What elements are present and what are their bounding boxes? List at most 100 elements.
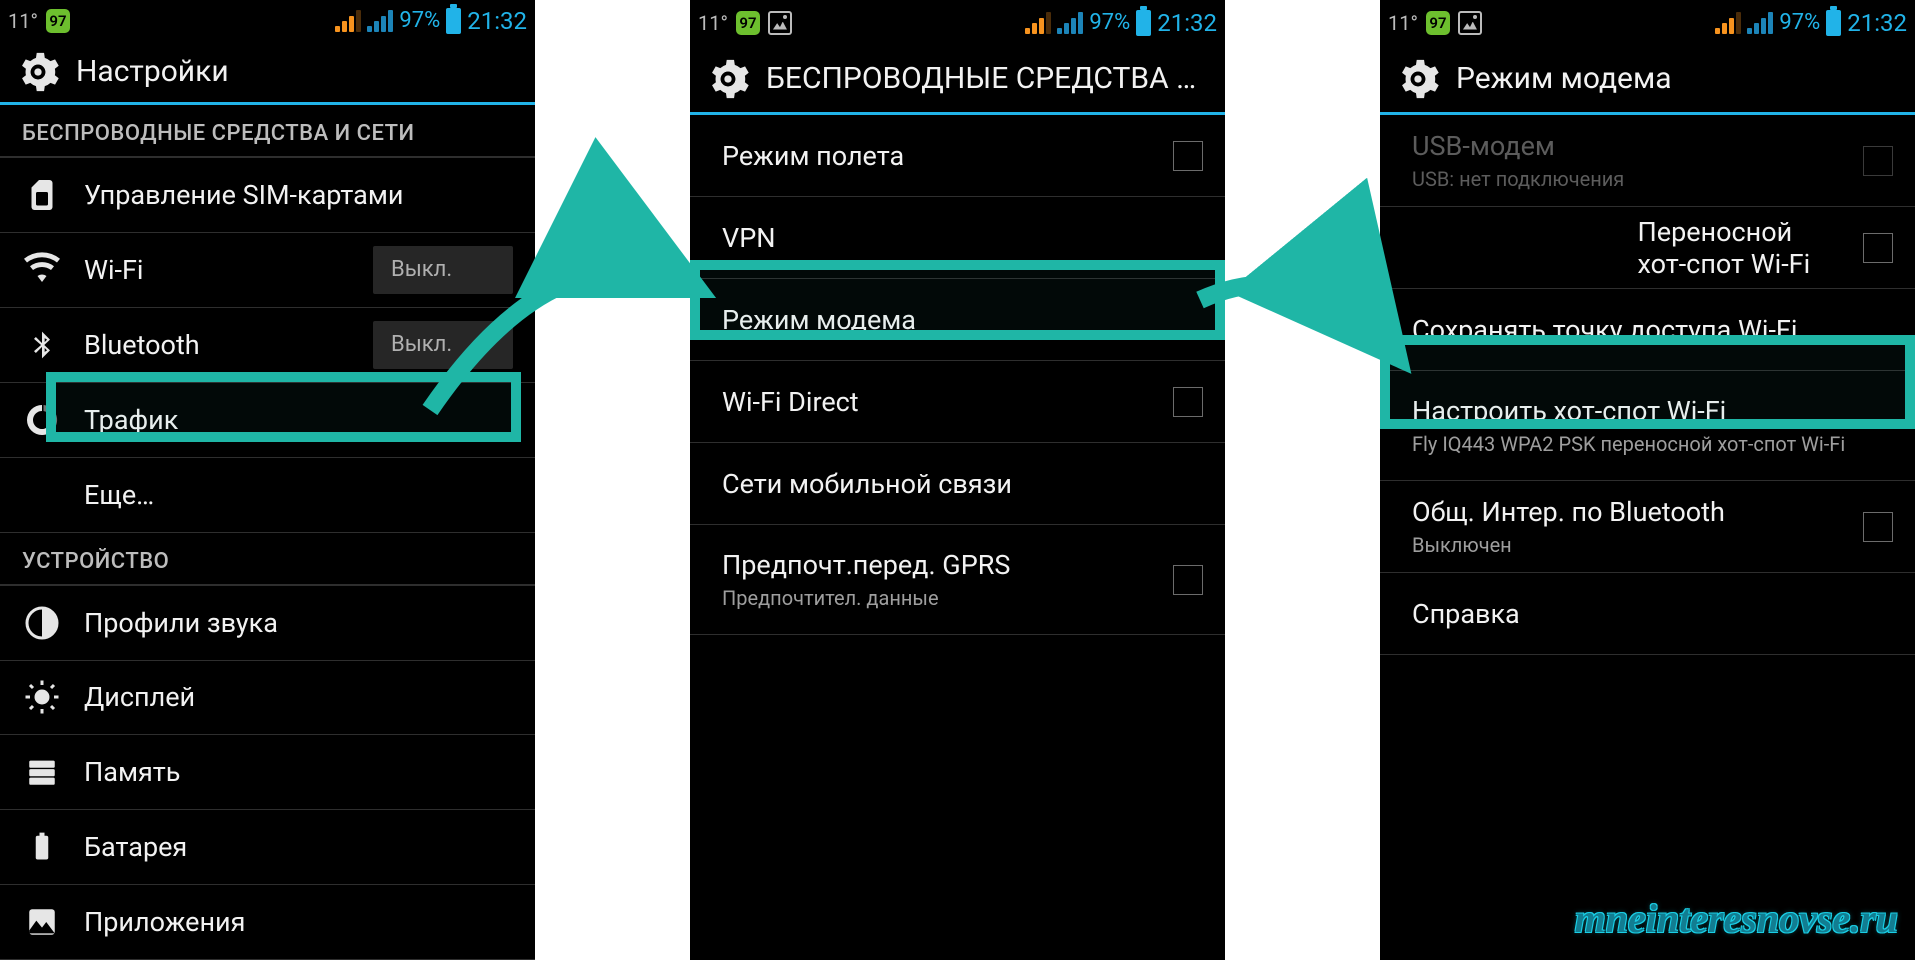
usb-checkbox [1863, 146, 1893, 176]
row-mobile-networks[interactable]: Сети мобильной связи [690, 443, 1225, 525]
row-subtitle: Выключен [1412, 532, 1841, 558]
row-label: USB-модем [1412, 130, 1841, 162]
row-sound-profiles[interactable]: Профили звука [0, 586, 535, 661]
signal-sim2-icon [367, 10, 393, 32]
data-usage-icon [22, 400, 62, 440]
row-help[interactable]: Справка [1380, 573, 1915, 655]
battery-percent: 97% [1089, 10, 1130, 35]
row-subtitle: USB: нет подключения [1412, 166, 1841, 192]
signal-sim2-icon [1057, 12, 1083, 34]
signal-sim1-icon [1025, 12, 1051, 34]
row-label: Справка [1412, 598, 1893, 630]
battery-row-icon [22, 827, 62, 867]
settings-gear-icon [1396, 57, 1440, 101]
gprs-checkbox[interactable] [1173, 565, 1203, 595]
row-subtitle: Предпочтител. данные [722, 585, 1151, 611]
signal-sim2-icon [1747, 12, 1773, 34]
page-title: Настройки [76, 54, 229, 89]
settings-gear-icon [706, 57, 750, 101]
title-bar: Режим модема [1380, 45, 1915, 115]
row-portable-hotspot[interactable]: Переносной хот-спот Wi-Fi [1380, 207, 1915, 289]
row-label: Предпочт.перед. GPRS [722, 549, 1151, 581]
row-label: Профили звука [84, 607, 513, 639]
badge-icon: 97 [1426, 11, 1450, 35]
temperature: 11° [8, 9, 38, 33]
row-label: Память [84, 756, 513, 788]
row-label: Дисплей [84, 681, 513, 713]
row-label: Приложения [84, 906, 513, 938]
row-label: Режим полета [722, 140, 1151, 172]
wifidirect-checkbox[interactable] [1173, 387, 1203, 417]
battery-icon [446, 8, 461, 34]
row-gprs-pref[interactable]: Предпочт.перед. GPRS Предпочтител. данны… [690, 525, 1225, 635]
row-label: Bluetooth [84, 329, 351, 361]
row-vpn[interactable]: VPN [690, 197, 1225, 279]
row-label: Общ. Интер. по Bluetooth [1412, 496, 1841, 528]
page-title: БЕСПРОВОДНЫЕ СРЕДСТВА И СЕ… [766, 61, 1209, 96]
settings-gear-icon [16, 50, 60, 94]
bluetooth-icon [22, 325, 62, 365]
row-battery[interactable]: Батарея [0, 810, 535, 885]
row-display[interactable]: Дисплей [0, 661, 535, 736]
battery-icon [1136, 10, 1151, 36]
row-usb-modem: USB-модем USB: нет подключения [1380, 115, 1915, 207]
section-wireless: БЕСПРОВОДНЫЕ СРЕДСТВА И СЕТИ [0, 105, 535, 158]
temperature: 11° [698, 11, 728, 35]
display-icon [22, 677, 62, 717]
row-setup-hotspot[interactable]: Настроить хот-спот Wi-Fi Fly IQ443 WPA2 … [1380, 371, 1915, 481]
row-keep-hotspot[interactable]: Сохранять точку доступа Wi-Fi [1380, 289, 1915, 371]
signal-sim1-icon [335, 10, 361, 32]
row-label: Переносной хот-спот Wi-Fi [1638, 216, 1842, 280]
row-label: Управление SIM-картами [84, 179, 513, 211]
wifi-icon [22, 250, 62, 290]
gallery-icon [768, 11, 792, 35]
gallery-icon [1458, 11, 1482, 35]
section-device: УСТРОЙСТВО [0, 533, 535, 586]
row-sim-management[interactable]: Управление SIM-картами [0, 158, 535, 233]
row-label: VPN [722, 222, 1203, 254]
storage-icon [22, 752, 62, 792]
title-bar: Настройки [0, 41, 535, 105]
badge-icon: 97 [46, 9, 70, 33]
row-tethering[interactable]: Режим модема [690, 279, 1225, 361]
page-title: Режим модема [1456, 61, 1672, 96]
spacer-icon [22, 475, 62, 515]
battery-icon [1826, 10, 1841, 36]
row-wifi-direct[interactable]: Wi-Fi Direct [690, 361, 1225, 443]
row-more[interactable]: Еще… [0, 458, 535, 533]
wifi-toggle[interactable]: Выкл. [373, 246, 513, 294]
row-label: Настроить хот-спот Wi-Fi [1412, 395, 1893, 427]
row-data-usage[interactable]: Трафик [0, 383, 535, 458]
airplane-checkbox[interactable] [1173, 141, 1203, 171]
battery-percent: 97% [399, 8, 440, 33]
row-apps[interactable]: Приложения [0, 885, 535, 960]
row-label: Сети мобильной связи [722, 468, 1203, 500]
row-subtitle: Fly IQ443 WPA2 PSK переносной хот-спот W… [1412, 431, 1893, 457]
temperature: 11° [1388, 11, 1418, 35]
battery-percent: 97% [1779, 10, 1820, 35]
row-wifi[interactable]: Wi-Fi Выкл. [0, 233, 535, 308]
row-storage[interactable]: Память [0, 735, 535, 810]
status-bar: 11° 97 97% 21:32 [0, 0, 535, 41]
row-label: Wi-Fi Direct [722, 386, 1151, 418]
clock: 21:32 [1157, 9, 1217, 37]
hotspot-checkbox[interactable] [1863, 233, 1893, 263]
bt-tether-checkbox[interactable] [1863, 512, 1893, 542]
status-bar: 11° 97 97% 21:32 [690, 0, 1225, 45]
signal-sim1-icon [1715, 12, 1741, 34]
phone-screen-2: 11° 97 97% 21:32 БЕСПРОВОДНЫЕ СРЕДСТВА И… [690, 0, 1225, 960]
sim-icon [22, 175, 62, 215]
phone-screen-3: 11° 97 97% 21:32 Режим модема USB-модем … [1380, 0, 1915, 960]
bluetooth-toggle[interactable]: Выкл. [373, 321, 513, 369]
row-label: Wi-Fi [84, 254, 351, 286]
row-label: Режим модема [722, 304, 1203, 336]
apps-icon [22, 902, 62, 942]
row-airplane-mode[interactable]: Режим полета [690, 115, 1225, 197]
row-label: Батарея [84, 831, 513, 863]
phone-screen-1: 11° 97 97% 21:32 Настройки БЕСПРОВОДНЫЕ … [0, 0, 535, 960]
title-bar: БЕСПРОВОДНЫЕ СРЕДСТВА И СЕ… [690, 45, 1225, 115]
status-bar: 11° 97 97% 21:32 [1380, 0, 1915, 45]
watermark: mneinteresnovse.ru [1575, 895, 1898, 942]
row-bluetooth[interactable]: Bluetooth Выкл. [0, 308, 535, 383]
row-bluetooth-tether[interactable]: Общ. Интер. по Bluetooth Выключен [1380, 481, 1915, 573]
